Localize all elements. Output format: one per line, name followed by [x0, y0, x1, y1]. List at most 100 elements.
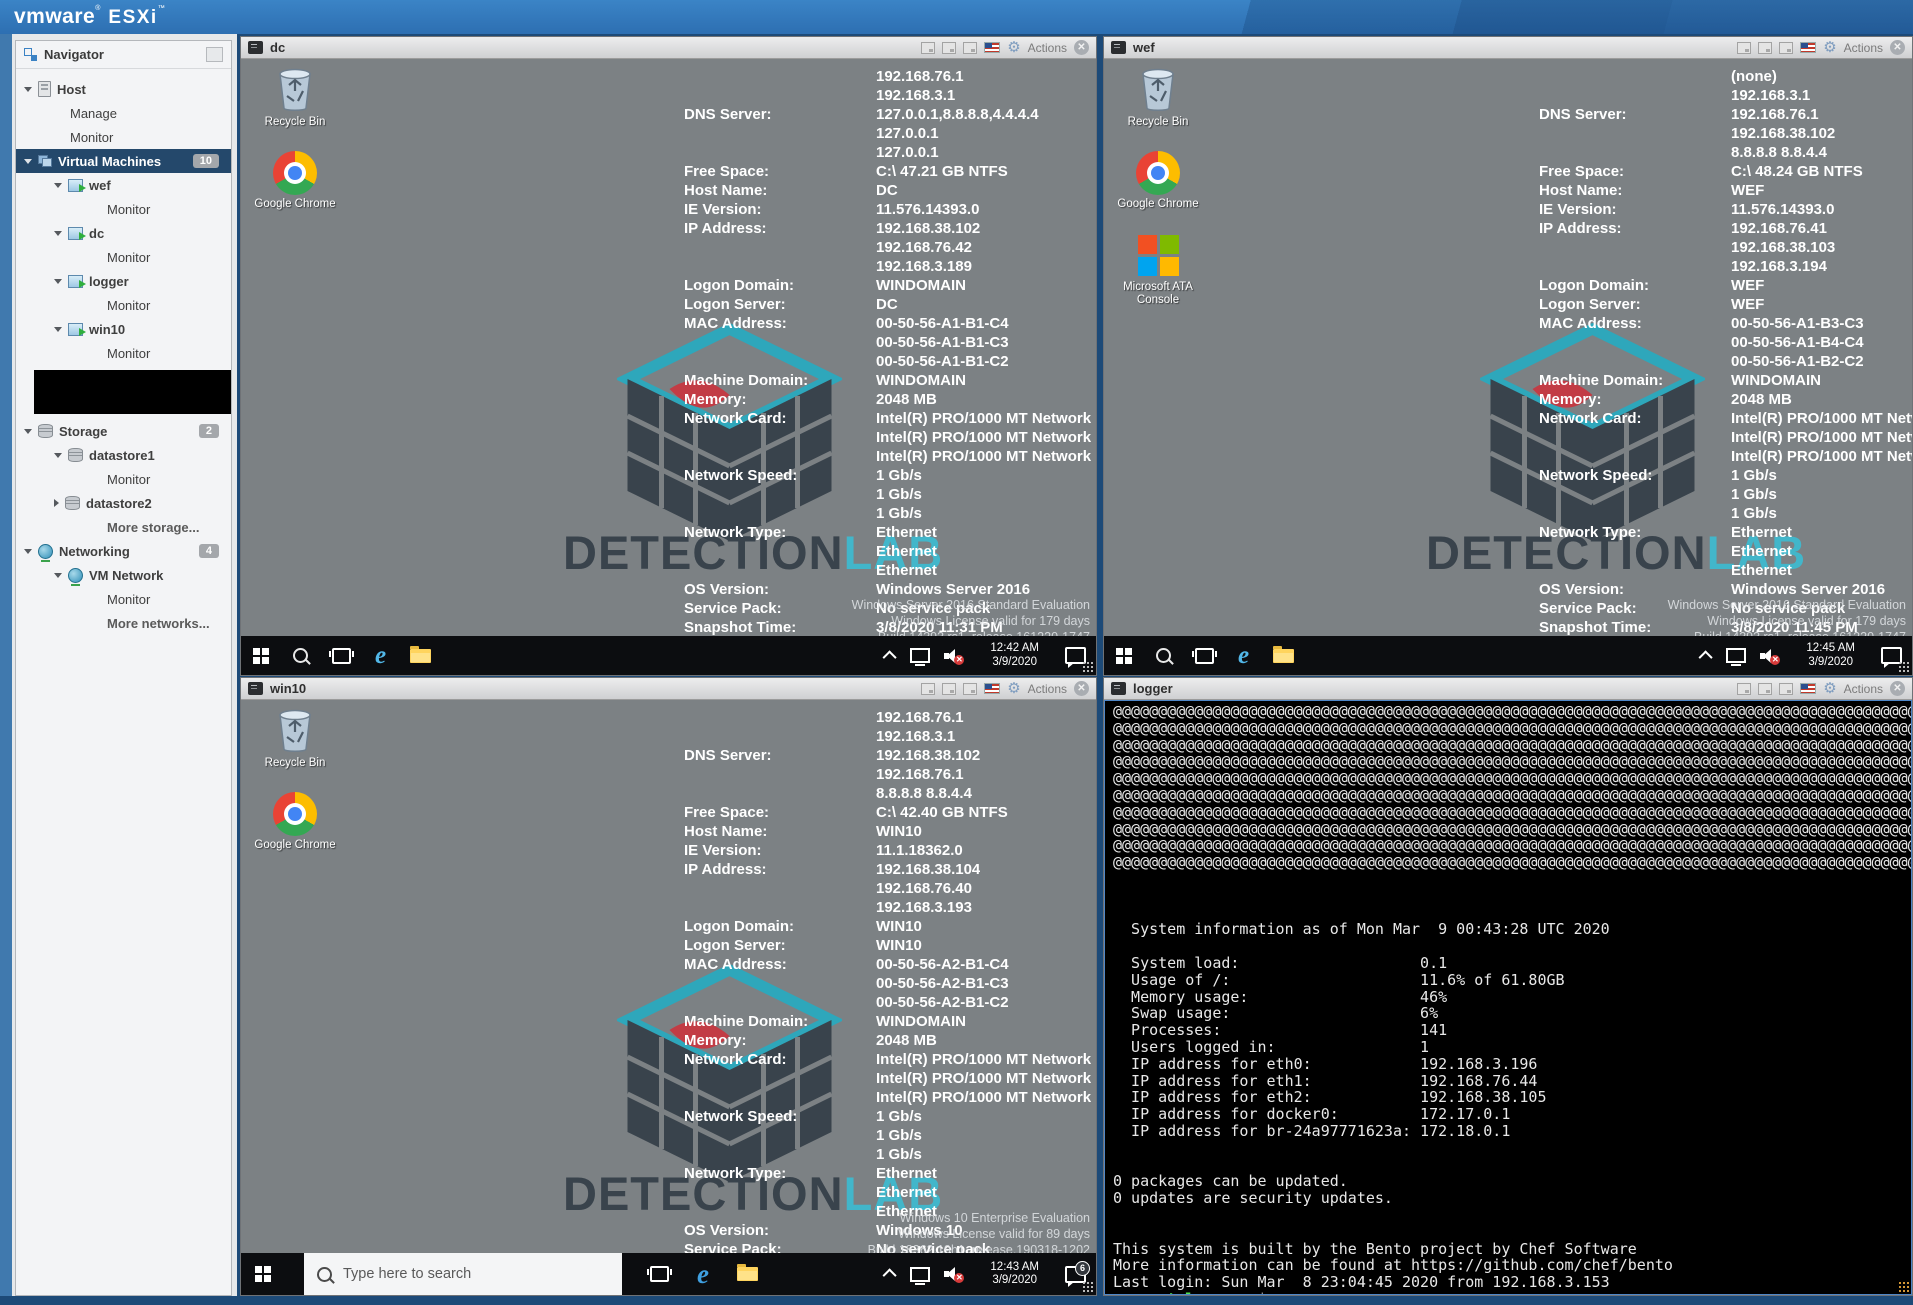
console-window-icon[interactable]: [921, 683, 935, 695]
actions-menu[interactable]: Actions: [1844, 41, 1883, 55]
taskbar-clock[interactable]: 12:42 AM3/9/2020: [990, 642, 1039, 669]
volume-muted-icon[interactable]: ✕: [944, 649, 964, 663]
nav-item-logger[interactable]: logger: [16, 269, 231, 293]
tray-chevron-icon[interactable]: [883, 1268, 897, 1282]
expander-icon[interactable]: [24, 429, 32, 434]
nav-item-win10[interactable]: win10: [16, 317, 231, 341]
tray-chevron-icon[interactable]: [1699, 650, 1713, 664]
nav-item-more-networks[interactable]: More networks...: [16, 611, 231, 635]
nav-item-virtual-machines[interactable]: Virtual Machines10: [16, 149, 231, 173]
resize-grip[interactable]: [1082, 661, 1094, 673]
expander-icon[interactable]: [54, 327, 62, 332]
close-icon[interactable]: ✕: [1074, 40, 1089, 55]
taskbar-search-icon[interactable]: [293, 648, 308, 663]
nav-item-wef[interactable]: wef: [16, 173, 231, 197]
file-explorer-icon[interactable]: [737, 1267, 758, 1281]
start-button[interactable]: [255, 1266, 262, 1273]
nav-item-monitor[interactable]: Monitor: [16, 587, 231, 611]
nav-item-storage[interactable]: Storage2: [16, 419, 231, 443]
resize-grip[interactable]: [1898, 661, 1910, 673]
resize-grip[interactable]: [1898, 1281, 1910, 1293]
desktop-icon-google-chrome[interactable]: Google Chrome: [1114, 151, 1202, 211]
edge-browser-icon[interactable]: e: [697, 1261, 709, 1288]
task-view-icon[interactable]: [332, 648, 351, 664]
expander-icon[interactable]: [54, 499, 59, 507]
keyboard-layout-flag-icon[interactable]: [1800, 683, 1816, 694]
file-explorer-icon[interactable]: [410, 649, 431, 663]
taskbar-clock[interactable]: 12:43 AM3/9/2020: [990, 1261, 1039, 1288]
console-titlebar-logger[interactable]: logger ⚙ Actions ✕: [1104, 678, 1912, 700]
expander-icon[interactable]: [24, 159, 32, 164]
nav-item-monitor[interactable]: Monitor: [16, 467, 231, 491]
nav-item-monitor[interactable]: Monitor: [16, 125, 231, 149]
task-view-icon[interactable]: [650, 1266, 669, 1282]
console-fullscreen-icon[interactable]: [963, 42, 977, 54]
desktop-icon-recycle-bin[interactable]: Recycle Bin: [251, 706, 339, 770]
terminal-screen-logger[interactable]: @@@@@@@@@@@@@@@@@@@@@@@@@@@@@@@@@@@@@@@@…: [1104, 700, 1912, 1295]
nav-item-monitor[interactable]: Monitor: [16, 293, 231, 317]
resize-grip[interactable]: [1082, 1281, 1094, 1293]
console-titlebar-dc[interactable]: dc ⚙ Actions ✕: [241, 37, 1096, 59]
actions-menu[interactable]: Actions: [1844, 682, 1883, 696]
nav-item-monitor[interactable]: Monitor: [16, 341, 231, 365]
internet-explorer-icon[interactable]: e: [375, 643, 386, 668]
console-titlebar-wef[interactable]: wef ⚙ Actions ✕: [1104, 37, 1912, 59]
task-view-icon[interactable]: [1195, 648, 1214, 664]
taskbar-clock[interactable]: 12:45 AM3/9/2020: [1806, 642, 1855, 669]
nav-item-networking[interactable]: Networking4: [16, 539, 231, 563]
keyboard-layout-flag-icon[interactable]: [984, 42, 1000, 53]
console-fullscreen-icon[interactable]: [1779, 683, 1793, 695]
expander-icon[interactable]: [54, 573, 62, 578]
expander-icon[interactable]: [24, 549, 32, 554]
console-popout-icon[interactable]: [1758, 683, 1772, 695]
internet-explorer-icon[interactable]: e: [1238, 643, 1249, 668]
expander-icon[interactable]: [54, 279, 62, 284]
nav-item-manage[interactable]: Manage: [16, 101, 231, 125]
taskbar-search-icon[interactable]: [1156, 648, 1171, 663]
console-fullscreen-icon[interactable]: [1779, 42, 1793, 54]
settings-gear-icon[interactable]: ⚙: [1823, 681, 1836, 696]
actions-menu[interactable]: Actions: [1028, 682, 1067, 696]
console-screen-dc[interactable]: DETECTIONLAB Recycle BinGoogle Chrome 19…: [241, 59, 1096, 675]
desktop-icon-recycle-bin[interactable]: Recycle Bin: [1114, 65, 1202, 129]
console-popout-icon[interactable]: [942, 42, 956, 54]
console-screen-win10[interactable]: DETECTIONLAB Recycle BinGoogle Chrome 19…: [241, 700, 1096, 1295]
settings-gear-icon[interactable]: ⚙: [1007, 681, 1020, 696]
close-icon[interactable]: ✕: [1890, 40, 1905, 55]
nav-item-monitor[interactable]: Monitor: [16, 245, 231, 269]
nav-item-host[interactable]: Host: [16, 77, 231, 101]
volume-muted-icon[interactable]: ✕: [944, 1267, 964, 1281]
action-center-icon[interactable]: 6: [1065, 1266, 1086, 1283]
console-screen-wef[interactable]: DETECTIONLAB Recycle BinGoogle ChromeMic…: [1104, 59, 1912, 675]
close-icon[interactable]: ✕: [1890, 681, 1905, 696]
actions-menu[interactable]: Actions: [1028, 41, 1067, 55]
volume-muted-icon[interactable]: ✕: [1760, 649, 1780, 663]
console-window-icon[interactable]: [1737, 683, 1751, 695]
expander-icon[interactable]: [54, 231, 62, 236]
console-popout-icon[interactable]: [1758, 42, 1772, 54]
console-window-icon[interactable]: [921, 42, 935, 54]
desktop-icon-google-chrome[interactable]: Google Chrome: [251, 151, 339, 211]
desktop-icon-google-chrome[interactable]: Google Chrome: [251, 792, 339, 852]
navigator-pin-icon[interactable]: [206, 47, 223, 62]
desktop-icon-recycle-bin[interactable]: Recycle Bin: [251, 65, 339, 129]
taskbar-search-input[interactable]: Type here to search: [304, 1253, 622, 1295]
nav-item-datastore1[interactable]: datastore1: [16, 443, 231, 467]
nav-item-more-storage[interactable]: More storage...: [16, 515, 231, 539]
keyboard-layout-flag-icon[interactable]: [1800, 42, 1816, 53]
expander-icon[interactable]: [24, 87, 32, 92]
file-explorer-icon[interactable]: [1273, 649, 1294, 663]
console-popout-icon[interactable]: [942, 683, 956, 695]
start-button[interactable]: [253, 648, 260, 655]
expander-icon[interactable]: [54, 453, 62, 458]
close-icon[interactable]: ✕: [1074, 681, 1089, 696]
console-titlebar-win10[interactable]: win10 ⚙ Actions ✕: [241, 678, 1096, 700]
expander-icon[interactable]: [54, 183, 62, 188]
settings-gear-icon[interactable]: ⚙: [1007, 40, 1020, 55]
network-icon[interactable]: [1726, 648, 1746, 663]
nav-item-vm-network[interactable]: VM Network: [16, 563, 231, 587]
settings-gear-icon[interactable]: ⚙: [1823, 40, 1836, 55]
start-button[interactable]: [1116, 648, 1123, 655]
network-icon[interactable]: [910, 648, 930, 663]
nav-item-monitor[interactable]: Monitor: [16, 197, 231, 221]
